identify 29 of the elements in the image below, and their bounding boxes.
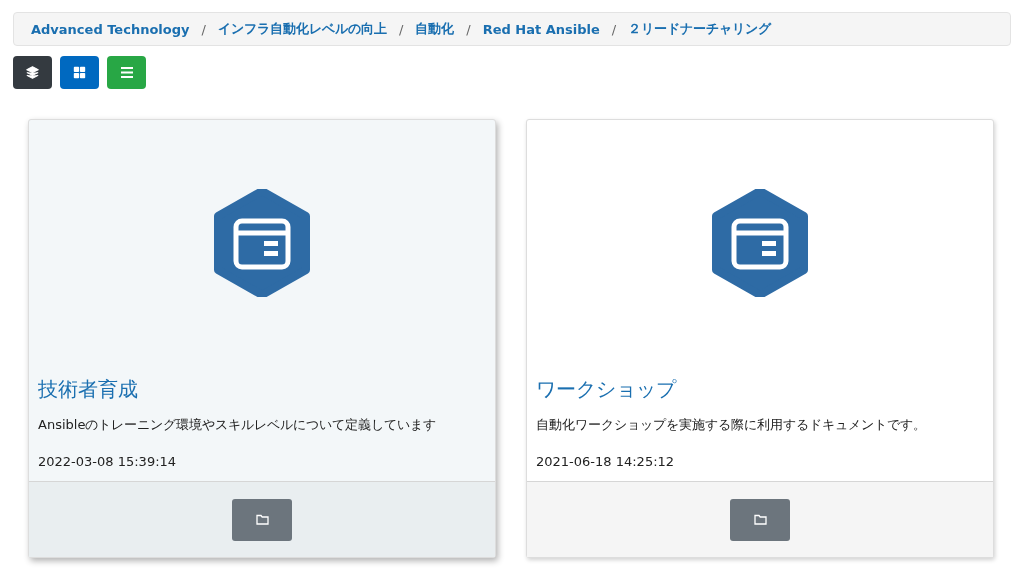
card-description: Ansibleのトレーニング環境やスキルレベルについて定義しています xyxy=(38,416,438,434)
window-hexagon-icon xyxy=(212,189,312,297)
folder-icon xyxy=(255,514,269,525)
menu-icon xyxy=(120,67,133,78)
layers-icon xyxy=(26,66,39,79)
layers-view-button[interactable] xyxy=(13,56,52,89)
open-folder-button[interactable] xyxy=(232,498,292,541)
breadcrumb-link[interactable]: Red Hat Ansible xyxy=(482,21,600,37)
breadcrumb-separator: / xyxy=(398,21,404,37)
list-view-button[interactable] xyxy=(107,56,146,89)
grid-view-button[interactable] xyxy=(60,56,99,89)
breadcrumb-link[interactable]: ２リードナーチャリング xyxy=(628,20,772,38)
breadcrumb-link[interactable]: 自動化 xyxy=(415,20,455,38)
breadcrumb-separator: / xyxy=(201,21,206,37)
breadcrumb-separator: / xyxy=(466,21,471,37)
breadcrumb-link[interactable]: Advanced Technology xyxy=(31,21,190,37)
card-title[interactable]: 技術者育成 xyxy=(38,376,486,403)
card-description: 自動化ワークショップを実施する際に利用するドキュメントです。 xyxy=(536,416,927,434)
document-card[interactable]: ワークショップ 自動化ワークショップを実施する際に利用するドキュメントです。 2021-06-18 14:25:12 xyxy=(526,119,994,558)
folder-icon xyxy=(753,514,767,525)
card-title[interactable]: ワークショップ xyxy=(536,376,984,403)
window-hexagon-icon xyxy=(710,189,810,297)
grid-icon xyxy=(73,66,86,79)
breadcrumb-separator: / xyxy=(611,21,617,37)
document-card[interactable]: 技術者育成 Ansibleのトレーニング環境やスキルレベルについて定義しています 2022-03-08 15:39:14 xyxy=(28,119,496,558)
breadcrumb-link[interactable]: インフラ自動化レベルの向上 xyxy=(217,20,387,38)
card-date: 2021-06-18 14:25:12 xyxy=(536,454,676,469)
open-folder-button[interactable] xyxy=(730,498,790,541)
card-date: 2022-03-08 15:39:14 xyxy=(38,454,178,469)
